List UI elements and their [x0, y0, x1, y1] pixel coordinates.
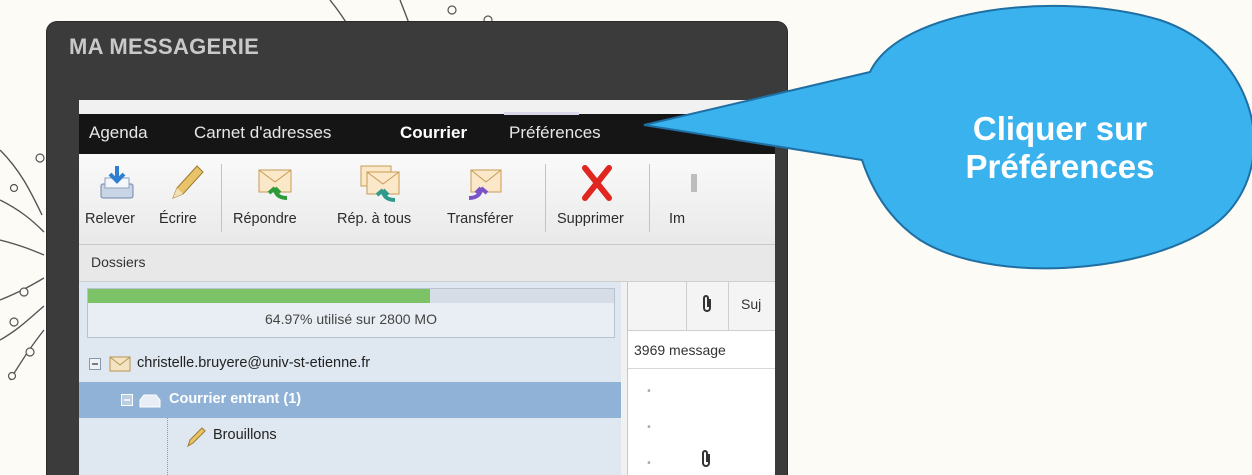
pencil-icon — [187, 427, 206, 448]
tree-guide-line — [167, 418, 169, 475]
callout-line-1: Cliquer sur — [972, 110, 1148, 147]
envelope-icon — [109, 356, 131, 372]
write-button[interactable]: Écrire — [155, 154, 215, 244]
message-list: Suj 3969 message • • • — [627, 282, 775, 475]
column-divider — [728, 282, 729, 330]
delete-button[interactable]: Supprimer — [553, 154, 641, 244]
forward-button[interactable]: Transférer — [439, 154, 535, 244]
nav-active-indicator — [504, 112, 579, 115]
toolbar-separator — [221, 164, 222, 232]
collapse-toggle-icon[interactable] — [121, 394, 133, 406]
folder-drafts[interactable]: Brouillons — [79, 418, 621, 475]
read-status-dot[interactable]: • — [646, 386, 652, 397]
fetch-mail-button[interactable]: Relever — [85, 154, 153, 244]
account-row[interactable]: christelle.bruyere@univ-st-etienne.fr — [79, 346, 621, 382]
read-status-dot[interactable]: • — [646, 422, 652, 433]
reply-all-button[interactable]: Rép. à tous — [335, 154, 431, 244]
quota-text: 64.97% utilisé sur 2800 MO — [265, 311, 437, 327]
subject-column-header[interactable]: Suj — [741, 296, 761, 312]
quota-bar-fill — [88, 289, 430, 303]
reply-all-label: Rép. à tous — [337, 211, 412, 227]
folder-drafts-label: Brouillons — [213, 427, 277, 443]
toolbar-separator — [545, 164, 546, 232]
attachment-column-icon[interactable] — [700, 294, 714, 314]
delete-label: Supprimer — [557, 211, 624, 227]
fetch-mail-icon — [100, 166, 134, 199]
folders-header-label: Dossiers — [91, 254, 146, 270]
write-label: Écrire — [159, 211, 197, 227]
reply-all-icon — [360, 165, 400, 202]
callout-line-2: Préférences — [965, 148, 1155, 185]
window-title: MA MESSAGERIE — [69, 34, 260, 59]
column-divider — [686, 282, 687, 330]
fetch-mail-label: Relever — [85, 211, 135, 227]
collapse-toggle-icon[interactable] — [89, 358, 101, 370]
forward-label: Transférer — [447, 211, 514, 227]
pencil-icon — [172, 165, 204, 199]
reply-label: Répondre — [233, 211, 297, 227]
message-list-header: Suj — [628, 282, 775, 331]
inbox-tray-icon — [139, 394, 161, 408]
nav-agenda[interactable]: Agenda — [89, 123, 148, 143]
quota-indicator: 64.97% utilisé sur 2800 MO — [87, 288, 615, 338]
nav-preferences[interactable]: Préférences — [509, 123, 601, 143]
read-status-dot[interactable]: • — [646, 458, 652, 469]
attachment-icon — [702, 450, 710, 467]
row-divider — [628, 368, 775, 369]
folder-inbox-label: Courrier entrant (1) — [169, 391, 302, 407]
reply-icon — [258, 169, 292, 200]
reply-button[interactable]: Répondre — [229, 154, 325, 244]
account-label: christelle.bruyere@univ-st-etienne.fr — [137, 355, 371, 371]
nav-mail[interactable]: Courrier — [400, 123, 467, 143]
folder-pane: 64.97% utilisé sur 2800 MO christelle.br… — [79, 282, 621, 475]
message-count: 3969 message — [634, 342, 726, 358]
delete-icon — [582, 165, 612, 201]
quota-bar — [88, 289, 614, 303]
folder-inbox[interactable]: Courrier entrant (1) — [79, 382, 621, 418]
nav-address-book[interactable]: Carnet d'adresses — [194, 123, 331, 143]
forward-icon — [468, 169, 502, 200]
callout-text: Cliquer sur Préférences — [940, 110, 1180, 186]
